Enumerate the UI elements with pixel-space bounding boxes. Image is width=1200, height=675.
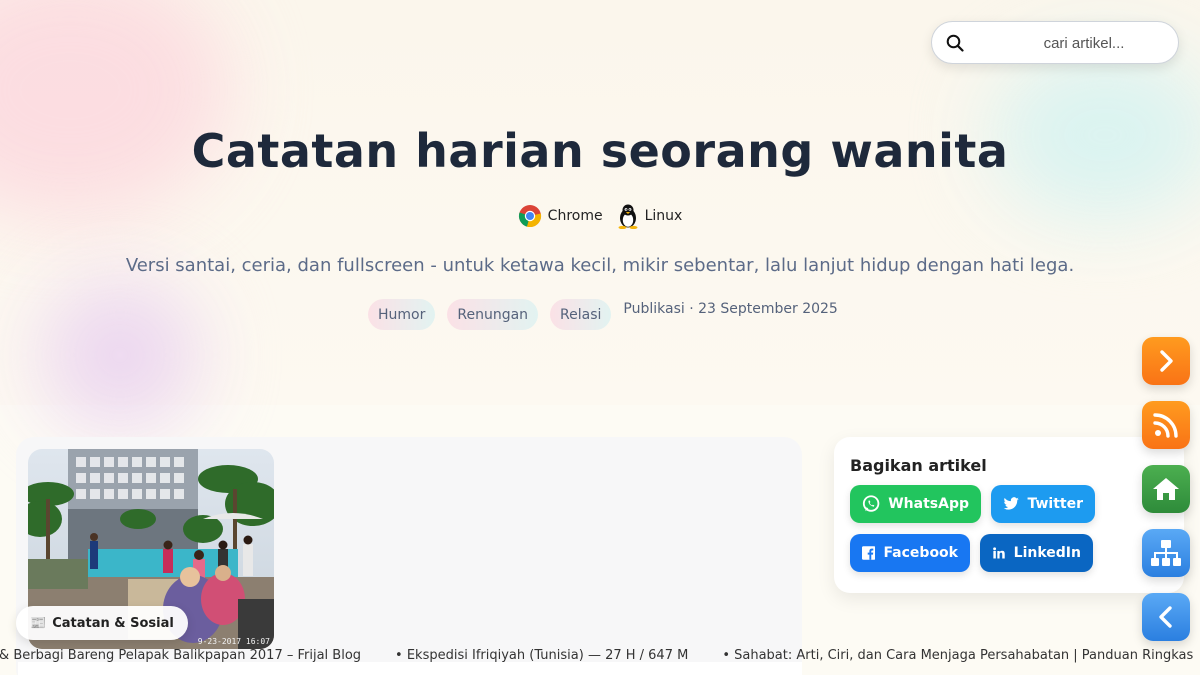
- decorative-blob-purple: [40, 280, 200, 430]
- next-article-button[interactable]: [1142, 337, 1190, 385]
- rss-feed-button[interactable]: [1142, 401, 1190, 449]
- share-linkedin-label: LinkedIn: [1013, 545, 1081, 561]
- platform-linux: Linux: [617, 203, 683, 229]
- twitter-bird-icon: [1003, 497, 1019, 510]
- whatsapp-icon: [862, 495, 880, 512]
- tag-renungan[interactable]: Renungan: [447, 299, 539, 330]
- page-subtitle: Versi santai, ceria, dan fullscreen - un…: [125, 255, 1075, 276]
- chevron-left-icon: [1159, 606, 1172, 628]
- share-facebook-button[interactable]: Facebook: [850, 534, 970, 572]
- tag-humor[interactable]: Humor: [368, 299, 436, 330]
- sitemap-icon: [1151, 540, 1181, 566]
- share-facebook-label: Facebook: [883, 545, 958, 561]
- search-input[interactable]: [972, 30, 1162, 56]
- publish-date: Publikasi · 23 September 2025: [623, 301, 838, 317]
- newspaper-icon: 📰: [30, 615, 47, 631]
- previous-article-button[interactable]: [1142, 593, 1190, 641]
- share-twitter-label: Twitter: [1027, 496, 1083, 512]
- share-twitter-button[interactable]: Twitter: [991, 485, 1095, 523]
- article-meta: Humor Renungan Relasi Publikasi · 23 Sep…: [368, 299, 838, 330]
- chevron-right-icon: [1160, 350, 1173, 372]
- chrome-icon: [518, 205, 541, 228]
- facebook-icon: [862, 546, 876, 560]
- search-icon: [946, 34, 964, 52]
- page-title: Catatan harian seorang wanita: [191, 124, 1009, 178]
- related-articles-ticker: lar & Berbagi Bareng Pelapak Balikpapan …: [0, 645, 1200, 669]
- ticker-item[interactable]: lar & Berbagi Bareng Pelapak Balikpapan …: [0, 648, 361, 663]
- ticker-item[interactable]: • Ekspedisi Ifriqiyah (Tunisia) — 27 H /…: [395, 648, 688, 663]
- share-panel: Bagikan artikel WhatsApp Twitter Faceboo…: [834, 437, 1184, 593]
- linux-tux-icon: [618, 204, 638, 229]
- tag-relasi[interactable]: Relasi: [550, 299, 612, 330]
- platform-label: Chrome: [547, 208, 603, 224]
- linkedin-icon: [993, 547, 1005, 559]
- share-heading: Bagikan artikel: [850, 456, 987, 475]
- category-badge[interactable]: 📰 Catatan & Sosial: [16, 606, 188, 640]
- category-label: Catatan & Sosial: [52, 615, 174, 631]
- platform-badges: Chrome Linux: [0, 203, 1200, 229]
- share-whatsapp-label: WhatsApp: [888, 496, 969, 512]
- platform-label: Linux: [644, 208, 683, 224]
- sitemap-button[interactable]: [1142, 529, 1190, 577]
- ticker-item[interactable]: • Sahabat: Arti, Ciri, dan Cara Menjaga …: [722, 648, 1193, 663]
- rss-icon: [1153, 413, 1178, 438]
- home-icon: [1153, 478, 1179, 500]
- search-box[interactable]: [931, 21, 1179, 64]
- home-button[interactable]: [1142, 465, 1190, 513]
- platform-chrome: Chrome: [518, 203, 603, 229]
- share-whatsapp-button[interactable]: WhatsApp: [850, 485, 981, 523]
- share-linkedin-button[interactable]: LinkedIn: [980, 534, 1093, 572]
